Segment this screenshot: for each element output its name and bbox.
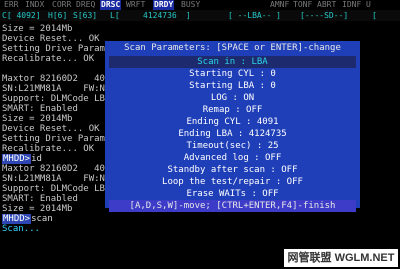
status-flag-tonf: TONF (293, 0, 313, 9)
dialog-footer-hint: [A,D,S,W]-move; [CTRL+ENTER,F4]-finish (109, 200, 356, 212)
status-flag-abrt: ABRT (317, 0, 337, 9)
status-value: C[ 4092] (2, 11, 41, 20)
watermark-logo: 网管联盟 WGLM.NET (284, 249, 398, 267)
command-prompt: MHDD> (2, 154, 32, 164)
status-flag-err: ERR (4, 0, 19, 9)
command-prompt: MHDD> (2, 214, 32, 224)
status-value: S[63] (73, 11, 98, 20)
scan-option[interactable]: Advanced log : OFF (109, 152, 356, 164)
console-line: MHDD>scan (2, 214, 400, 224)
status-register-bar: ERR INDX CORR DREQ DRSC WRFT DRDY BUSY AMNF TONF A… (0, 0, 400, 10)
dialog-title: Scan Parameters: [SPACE or ENTER]-change (124, 43, 341, 53)
status-flag-wrft: WRFT (126, 0, 146, 9)
scan-option[interactable]: Ending CYL : 4091 (109, 116, 356, 128)
status-flag-corr: CORR (52, 0, 72, 9)
scan-option[interactable]: Loop the test/repair : OFF (109, 176, 356, 188)
scan-option[interactable]: Remap : OFF (109, 104, 356, 116)
status-value: 4124736 (143, 11, 177, 20)
scan-option[interactable]: Starting LBA : 0 (109, 80, 356, 92)
status-flag-idnf: IDNF (342, 0, 362, 9)
status-value: [ --LBA-- ] (228, 11, 281, 20)
scan-option[interactable]: Timeout(sec) : 25 (109, 140, 356, 152)
status-value: [----SD--] (300, 11, 349, 20)
status-flag-indx: INDX (25, 0, 45, 9)
scan-option[interactable]: Standby after scan : OFF (109, 164, 356, 176)
status-value: H[6] (48, 11, 68, 20)
scan-parameters-dialog: Scan Parameters: [SPACE or ENTER]-change… (105, 41, 360, 212)
status-flag-u: U (366, 0, 371, 9)
command-text: id (31, 154, 42, 164)
drive-position-bar: C[ 4092] H[6] S[63] L[ 4124736] [ --LBA-- ] [-… (0, 10, 400, 21)
scan-option[interactable]: Ending LBA : 4124735 (109, 128, 356, 140)
console-line: Size = 2014Mb (2, 24, 73, 34)
status-flag-busy: BUSY (181, 0, 201, 9)
status-flag-dreq: DREQ (76, 0, 96, 9)
status-flag-drdy: DRDY (153, 0, 175, 10)
status-flag-amnf: AMNF (270, 0, 290, 9)
scan-option[interactable]: Scan in : LBA (109, 56, 356, 68)
scan-option[interactable]: Erase WAITs : OFF (109, 188, 356, 200)
mhdd-screen: ERR INDX CORR DREQ DRSC WRFT DRDY BUSY AMNF TONF A… (0, 0, 400, 269)
status-value: [ (372, 11, 377, 20)
console-line: Scan... (2, 224, 40, 234)
status-flag-drsc: DRSC (100, 0, 122, 10)
command-text: scan (31, 214, 53, 224)
status-value: ] (186, 11, 191, 20)
scan-option[interactable]: LOG : ON (109, 92, 356, 104)
scan-option[interactable]: Starting CYL : 0 (109, 68, 356, 80)
dialog-options: Scan in : LBA Starting CYL : 0 Starting LB… (109, 56, 356, 212)
status-value: L[ (110, 11, 120, 20)
